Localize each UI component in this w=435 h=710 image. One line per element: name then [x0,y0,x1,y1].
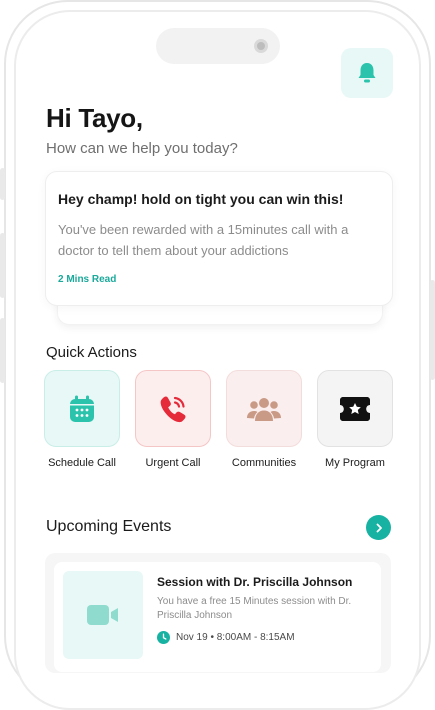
event-title: Session with Dr. Priscilla Johnson [157,575,353,589]
upcoming-events-title: Upcoming Events [46,518,172,535]
event-description: You have a free 15 Minutes session with … [157,596,352,621]
page-subtitle: How can we help you today? [46,140,238,157]
ticket-icon [340,396,370,421]
read-more-link[interactable]: 2 Mins Read [58,274,116,285]
dynamic-island [156,28,280,64]
side-button-mute [0,168,5,200]
video-icon [87,605,118,625]
event-time: Nov 19 • 8:00AM - 8:15AM [176,632,295,643]
page-title: Hi Tayo, [46,103,143,133]
upcoming-events-more-button[interactable] [366,515,391,540]
side-button-power [430,280,435,380]
my-program-label: My Program [325,457,385,469]
my-program-button[interactable] [317,370,393,447]
urgent-call-button[interactable] [135,370,211,447]
promo-card-title: Hey champ! hold on tight you can win thi… [58,191,344,207]
communities-button[interactable] [226,370,302,447]
urgent-call-label: Urgent Call [145,457,201,469]
schedule-call-button[interactable] [44,370,120,447]
event-time-row: Nov 19 • 8:00AM - 8:15AM [157,631,295,644]
quick-actions-title: Quick Actions [46,344,137,361]
schedule-call-label: Schedule Call [48,457,116,469]
clock-icon [157,631,170,644]
calendar-icon [70,395,94,422]
communities-label: Communities [231,457,297,469]
bell-icon [358,63,376,83]
chevron-right-icon [376,523,382,532]
notification-button[interactable] [341,48,393,98]
side-button-volume-up [0,233,5,298]
promo-card[interactable]: Hey champ! hold on tight you can win thi… [45,171,393,306]
side-button-volume-down [0,318,5,383]
promo-card-body: You've been rewarded with a 15minutes ca… [58,222,349,258]
phone-icon [160,396,186,422]
people-icon [247,397,281,421]
camera-icon [254,39,268,53]
